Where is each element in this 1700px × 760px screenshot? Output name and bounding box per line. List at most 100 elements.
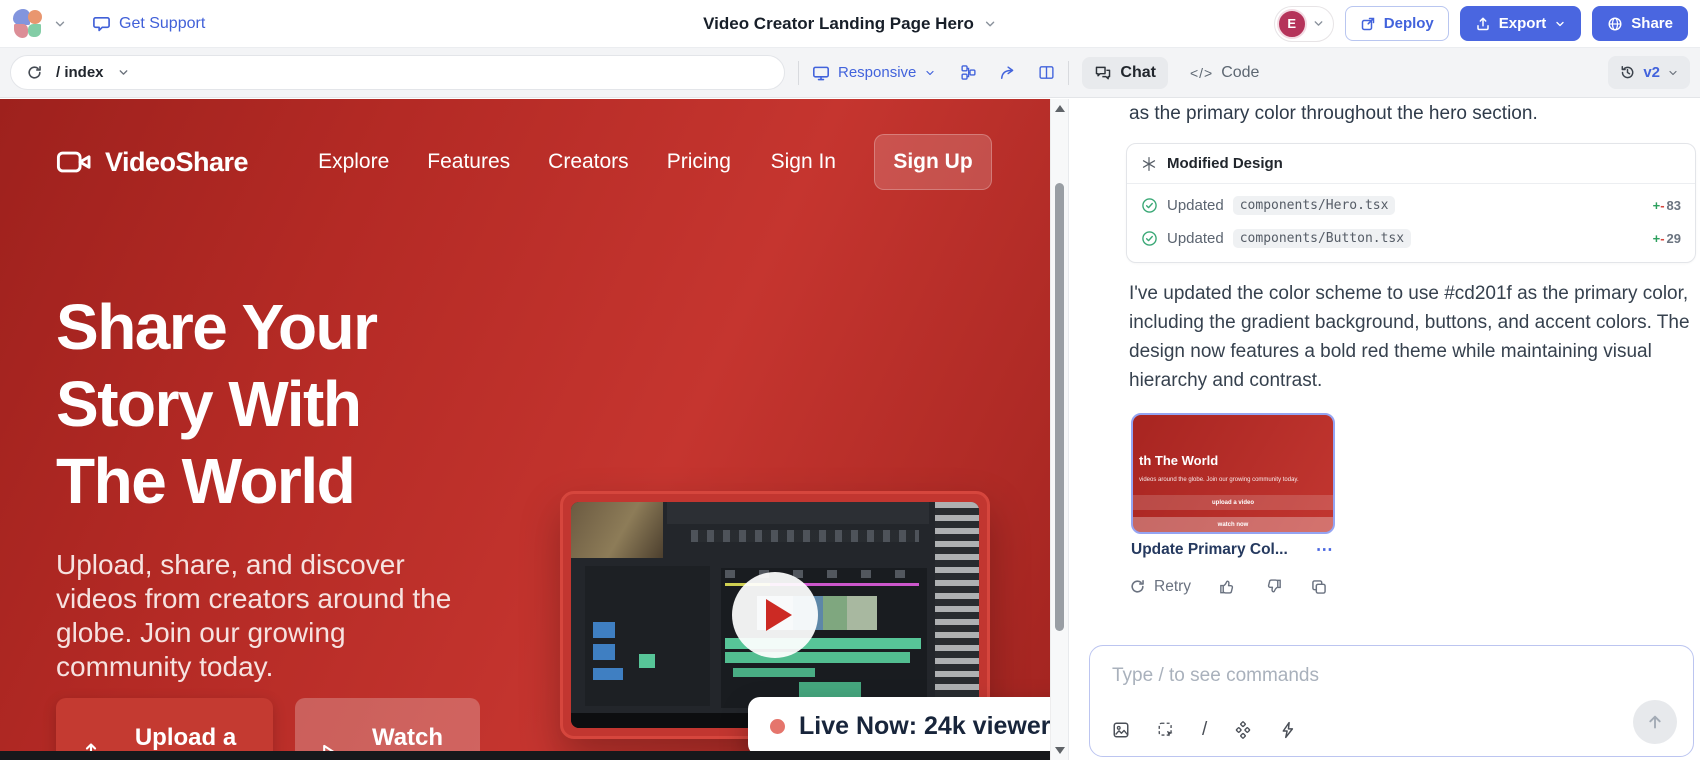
updated-file-row[interactable]: Updated components/Hero.tsx +-83 xyxy=(1127,189,1695,222)
route-chevron-down-icon[interactable] xyxy=(117,66,130,79)
scroll-down-arrow-icon[interactable] xyxy=(1055,747,1065,754)
version-label: v2 xyxy=(1643,64,1660,81)
app-logo-icon[interactable] xyxy=(12,8,44,40)
export-button[interactable]: Export xyxy=(1460,6,1582,41)
nav-link-explore[interactable]: Explore xyxy=(318,150,389,174)
preview-panel: VideoShare Explore Features Creators Pri… xyxy=(0,99,1050,760)
play-icon xyxy=(766,599,792,631)
retry-label: Retry xyxy=(1154,578,1191,596)
copy-icon[interactable] xyxy=(1310,578,1328,596)
device-mode-dropdown[interactable]: Responsive xyxy=(812,64,936,82)
modified-design-rows: Updated components/Hero.tsx +-83 Updated… xyxy=(1127,184,1695,262)
brand[interactable]: VideoShare xyxy=(56,147,248,178)
modified-design-card: Modified Design Updated components/Hero.… xyxy=(1126,143,1696,263)
route-path: / index xyxy=(56,64,104,81)
assistant-message: I've updated the color scheme to use #cd… xyxy=(1129,279,1700,395)
select-area-icon[interactable] xyxy=(1157,721,1175,739)
assistant-message-tail: as the primary color throughout the hero… xyxy=(1129,103,1670,125)
video-camera-icon xyxy=(56,149,92,175)
nav-link-features[interactable]: Features xyxy=(427,150,510,174)
get-support-label: Get Support xyxy=(119,15,205,33)
preview-nav-right: Sign In Sign Up xyxy=(771,134,992,190)
chat-input[interactable] xyxy=(1112,660,1613,692)
thumbs-down-icon[interactable] xyxy=(1264,577,1283,596)
sign-up-button[interactable]: Sign Up xyxy=(874,134,992,190)
browser-toolbar: / index Responsive xyxy=(0,48,1700,98)
get-support-button[interactable]: Get Support xyxy=(92,14,205,33)
diamonds-icon[interactable] xyxy=(1234,721,1252,739)
tab-code[interactable]: </> Code xyxy=(1178,57,1272,89)
preview-tools xyxy=(960,64,1055,81)
project-title-dropdown[interactable]: Video Creator Landing Page Hero xyxy=(703,14,997,34)
retry-icon xyxy=(1129,578,1146,595)
deploy-button[interactable]: Deploy xyxy=(1345,6,1449,41)
tab-chat[interactable]: Chat xyxy=(1082,57,1168,89)
hero-description: Upload, share, and discover videos from … xyxy=(56,548,476,684)
chat-tab-icon xyxy=(1094,64,1112,82)
thumbnail-caption: videos around the globe. Join our growin… xyxy=(1139,477,1299,483)
row-action: Updated xyxy=(1167,197,1224,214)
chat-input-box: / xyxy=(1089,645,1694,757)
open-preview-arrow-icon[interactable] xyxy=(999,64,1016,81)
account-menu[interactable]: E xyxy=(1274,6,1334,42)
workspace-chevron-down-icon[interactable] xyxy=(53,17,67,31)
component-icon[interactable] xyxy=(960,64,977,81)
preview-nav-links: Explore Features Creators Pricing xyxy=(318,150,731,174)
toolbar-divider xyxy=(1068,61,1069,85)
arrow-up-icon xyxy=(1645,712,1665,732)
image-icon[interactable] xyxy=(1112,721,1130,739)
row-diff: +-29 xyxy=(1653,231,1681,246)
check-circle-icon xyxy=(1141,230,1158,247)
chat-panel: as the primary color throughout the hero… xyxy=(1068,99,1700,760)
nav-link-pricing[interactable]: Pricing xyxy=(667,150,731,174)
share-button[interactable]: Share xyxy=(1592,6,1688,41)
version-thumbnail[interactable]: th The World videos around the globe. Jo… xyxy=(1131,413,1335,534)
preview-scrollbar[interactable] xyxy=(1050,99,1068,760)
sign-in-link[interactable]: Sign In xyxy=(771,150,836,174)
url-bar[interactable]: / index xyxy=(10,55,785,90)
chat-bubble-icon xyxy=(92,14,111,33)
scroll-up-arrow-icon[interactable] xyxy=(1055,105,1065,112)
header-left: Get Support xyxy=(12,8,205,40)
scrollbar-thumb[interactable] xyxy=(1055,183,1064,631)
sparkle-icon xyxy=(1141,156,1157,172)
nav-link-creators[interactable]: Creators xyxy=(548,150,629,174)
version-title: Update Primary Col... xyxy=(1131,541,1288,559)
thumbnail-heading: th The World xyxy=(1139,453,1218,468)
share-label: Share xyxy=(1631,15,1673,32)
export-label: Export xyxy=(1499,15,1547,32)
account-chevron-down-icon xyxy=(1312,17,1325,30)
row-diff: +-83 xyxy=(1653,198,1681,213)
updated-file-row[interactable]: Updated components/Button.tsx +-29 xyxy=(1127,222,1695,255)
version-menu-dots-icon[interactable]: ⋯ xyxy=(1316,540,1334,560)
check-circle-icon xyxy=(1141,197,1158,214)
main-area: VideoShare Explore Features Creators Pri… xyxy=(0,99,1700,760)
upload-icon xyxy=(1475,16,1491,32)
split-columns-icon[interactable] xyxy=(1038,64,1055,81)
toolbar-divider xyxy=(798,61,799,85)
live-dot-icon xyxy=(770,719,785,734)
history-icon xyxy=(1619,64,1636,81)
refresh-icon[interactable] xyxy=(26,64,43,81)
project-title: Video Creator Landing Page Hero xyxy=(703,14,974,34)
hero-heading: Share Your Story With The World xyxy=(56,289,496,520)
modified-design-header: Modified Design xyxy=(1127,144,1695,184)
globe-icon xyxy=(1607,16,1623,32)
brand-name: VideoShare xyxy=(105,147,248,178)
monitor-icon xyxy=(812,64,830,82)
video-thumbnail xyxy=(571,502,979,728)
slash-command-icon[interactable]: / xyxy=(1202,719,1207,741)
hero-copy: Share Your Story With The World Upload, … xyxy=(56,289,496,684)
title-chevron-down-icon xyxy=(983,17,997,31)
thumbs-up-icon[interactable] xyxy=(1218,577,1237,596)
version-dropdown[interactable]: v2 xyxy=(1608,56,1690,89)
modified-design-title: Modified Design xyxy=(1167,155,1283,172)
play-button[interactable] xyxy=(732,572,818,658)
thumbnail-button-1: upload a video xyxy=(1133,495,1333,510)
retry-button[interactable]: Retry xyxy=(1129,578,1191,596)
composer-tools: / xyxy=(1112,719,1297,741)
version-title-row: Update Primary Col... ⋯ xyxy=(1131,540,1334,560)
send-button[interactable] xyxy=(1633,700,1677,744)
lightning-icon[interactable] xyxy=(1279,721,1297,739)
app-window: Get Support Video Creator Landing Page H… xyxy=(0,0,1700,760)
